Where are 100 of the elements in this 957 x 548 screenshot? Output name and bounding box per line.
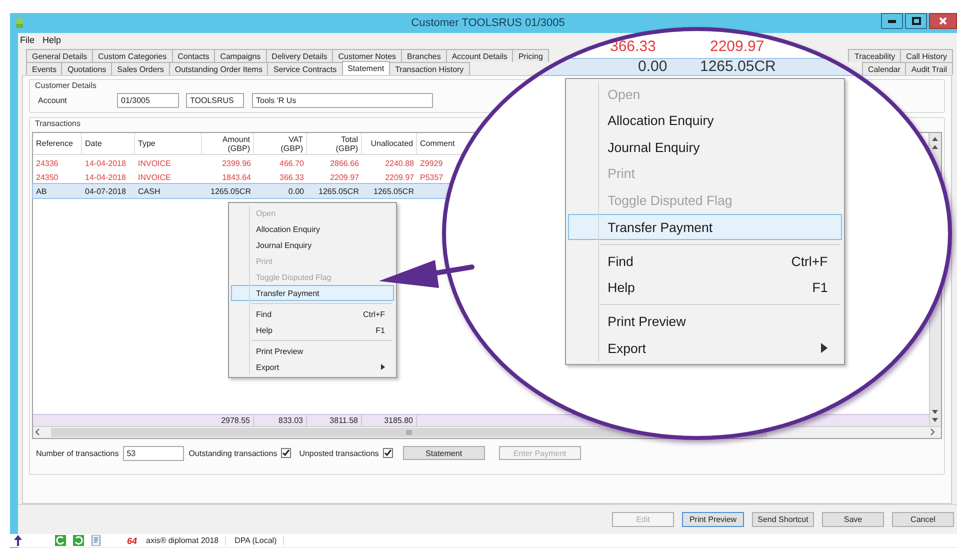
table-cell-text: 1265.05CR xyxy=(210,186,252,196)
menu-item[interactable]: Export xyxy=(568,335,842,362)
column-header[interactable]: Unallocated xyxy=(362,133,417,155)
refresh-icon[interactable] xyxy=(55,535,66,546)
group-title: Transactions xyxy=(34,119,80,128)
checkbox[interactable] xyxy=(382,448,393,458)
menu-item[interactable]: Transfer Payment xyxy=(231,285,394,301)
menu-item[interactable]: Help F1 xyxy=(568,274,842,301)
tab[interactable]: Sales Orders xyxy=(111,62,170,75)
column-header[interactable]: Reference xyxy=(33,133,82,155)
minimize-icon xyxy=(888,20,896,22)
tab[interactable]: Contacts xyxy=(172,49,216,62)
tab[interactable]: Service Contracts xyxy=(267,62,343,75)
tab[interactable]: Traceability xyxy=(848,49,902,62)
tab[interactable]: Customer Notes xyxy=(332,49,402,62)
code-field[interactable]: TOOLSRUS xyxy=(186,92,244,108)
maximize-button[interactable] xyxy=(905,13,927,29)
table-cell-text: AB xyxy=(35,186,48,196)
menu-item[interactable]: Allocation Enquiry xyxy=(231,221,394,237)
table-cell-text: 2240.88 xyxy=(384,158,415,168)
tab[interactable]: Audit Trail xyxy=(905,62,953,75)
grip-icon xyxy=(406,430,412,435)
tab[interactable]: Transaction History xyxy=(389,62,470,75)
column-header[interactable]: Amount (GBP) xyxy=(202,133,254,155)
menu-item[interactable]: Transfer Payment xyxy=(568,214,842,240)
tab[interactable]: Delivery Details xyxy=(266,49,334,62)
table-cell-text: INVOICE xyxy=(137,172,172,182)
tab[interactable]: Branches xyxy=(401,49,447,62)
table-cell-text: CASH xyxy=(137,186,162,196)
column-header[interactable]: Date xyxy=(82,133,135,155)
menu-item[interactable]: Export xyxy=(231,359,394,375)
action-button[interactable]: Statement xyxy=(402,446,485,460)
field-label: Number of transactions xyxy=(36,448,119,458)
app-logo: 64 xyxy=(127,536,138,546)
table-cell-text: Z9929 xyxy=(419,158,444,168)
upload-arrow-icon[interactable] xyxy=(14,535,22,546)
table-cell-text: 2209.97 xyxy=(329,172,360,182)
magnified-text: 0.00 xyxy=(638,58,668,75)
footer-button[interactable]: Send Shortcut xyxy=(752,512,814,527)
magnified-text: 2209.97 xyxy=(710,38,764,55)
footer-button[interactable]: Cancel xyxy=(892,512,954,527)
tab[interactable]: Outstanding Order Items xyxy=(168,62,268,75)
table-cell-text: 04-07-2018 xyxy=(84,186,127,196)
checkbox-label: Outstanding transactions xyxy=(188,448,278,458)
table-cell-text: INVOICE xyxy=(137,158,172,168)
column-header[interactable]: Type xyxy=(135,133,202,155)
menu-bar-item[interactable]: Help xyxy=(42,35,62,45)
menu-item[interactable]: Print Preview xyxy=(231,343,394,359)
menu-item[interactable]: Find Ctrl+F xyxy=(568,248,842,274)
checkbox-label: Unposted transactions xyxy=(299,448,379,458)
status-text: DPA (Local) xyxy=(228,536,284,545)
column-header[interactable]: VAT (GBP) xyxy=(254,133,307,155)
footer-button[interactable]: Save xyxy=(822,512,884,527)
table-cell-text: P5357 xyxy=(419,172,444,182)
table-cell-text: 24350 xyxy=(35,172,60,182)
app-icon xyxy=(14,17,25,29)
menu-item[interactable]: Allocation Enquiry xyxy=(568,108,842,134)
name-field[interactable]: Tools 'R Us xyxy=(252,92,433,108)
minimize-button[interactable] xyxy=(881,13,903,29)
tab[interactable]: Calendar xyxy=(862,62,906,75)
status-text: axis® diplomat 2018 xyxy=(140,536,226,545)
table-cell-text: 14-04-2018 xyxy=(84,172,127,182)
menu-item[interactable]: Help F1 xyxy=(231,322,394,338)
checkbox[interactable] xyxy=(281,448,292,458)
close-button[interactable] xyxy=(929,13,957,29)
account-field[interactable]: 01/3005 xyxy=(117,92,179,108)
transaction-count-field[interactable]: 53 xyxy=(122,446,184,460)
tab[interactable]: Statement xyxy=(342,61,390,75)
menu-item[interactable]: Find Ctrl+F xyxy=(231,306,394,322)
table-cell-text: 0.00 xyxy=(287,186,305,196)
table-cell-text: 366.33 xyxy=(278,172,305,182)
tab[interactable]: Events xyxy=(26,62,62,75)
group-title: Customer Details xyxy=(34,81,96,90)
tab[interactable]: Account Details xyxy=(446,49,514,62)
menu-item[interactable]: Print Preview xyxy=(568,308,842,336)
footer-button[interactable]: Print Preview xyxy=(682,512,744,527)
menu-bar-item[interactable]: File xyxy=(20,35,35,45)
document-icon[interactable] xyxy=(91,535,102,546)
field-label: Account xyxy=(38,96,68,104)
tab[interactable]: Call History xyxy=(900,49,953,62)
table-cell-text: 1265.05CR xyxy=(372,186,415,196)
table-cell-text: 14-04-2018 xyxy=(84,158,127,168)
table-cell-text: 1265.05CR xyxy=(318,186,360,196)
magnified-text: 366.33 xyxy=(610,38,656,55)
window-title: Customer TOOLSRUS 01/3005 xyxy=(410,17,566,29)
table-cell-text: 2209.97 xyxy=(384,172,415,182)
tab[interactable]: Campaigns xyxy=(214,49,267,62)
close-icon xyxy=(939,17,947,25)
table-cell-text: 1843.64 xyxy=(221,172,252,182)
column-header[interactable]: Total (GBP) xyxy=(307,133,362,155)
tab[interactable]: Quotations xyxy=(61,62,112,75)
menu-item[interactable]: Journal Enquiry xyxy=(568,134,842,161)
tab[interactable]: General Details xyxy=(26,49,94,62)
tab[interactable]: Custom Categories xyxy=(92,49,173,62)
table-cell-text: 466.70 xyxy=(278,158,305,168)
tab[interactable]: Pricing xyxy=(512,49,549,62)
menu-item[interactable]: Journal Enquiry xyxy=(231,237,394,253)
refresh-icon[interactable] xyxy=(73,535,84,546)
submenu-arrow-icon xyxy=(381,364,385,370)
maximize-icon xyxy=(912,17,920,25)
